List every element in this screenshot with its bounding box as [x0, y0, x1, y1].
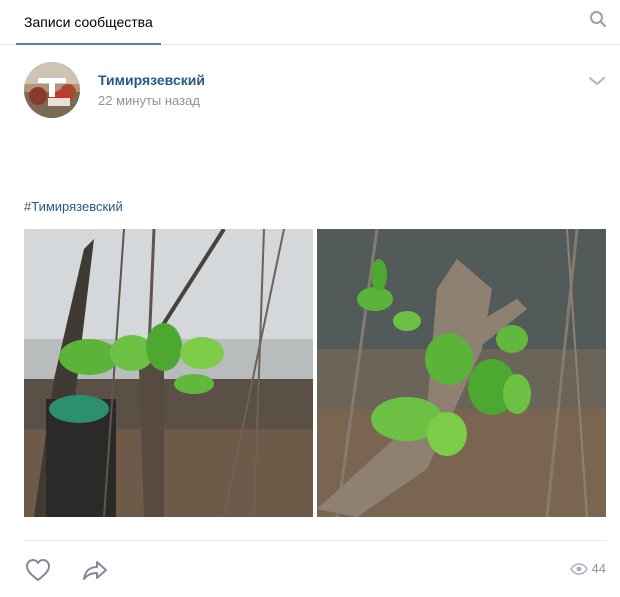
search-button[interactable]	[588, 9, 608, 29]
chevron-down-icon	[589, 77, 605, 85]
post-hashtag-link[interactable]: #Тимирязевский	[24, 199, 123, 214]
post-time[interactable]: 22 минуты назад	[98, 93, 200, 108]
eye-icon	[569, 562, 588, 575]
views-count: 44	[591, 561, 606, 576]
post-photo-2[interactable]	[317, 229, 606, 517]
tab-community-posts[interactable]: Записи сообщества	[16, 0, 161, 45]
post-header: Тимирязевский 22 минуты назад	[24, 60, 614, 120]
tabs-bar: Записи сообщества	[0, 0, 620, 45]
post-divider	[24, 540, 606, 541]
share-arrow-icon	[83, 561, 107, 580]
like-button[interactable]	[24, 556, 52, 584]
post-menu-button[interactable]	[588, 74, 606, 86]
views-counter: 44	[569, 561, 606, 576]
search-icon	[590, 11, 606, 27]
avatar[interactable]	[24, 62, 80, 118]
author-name[interactable]: Тимирязевский	[98, 72, 205, 88]
heart-icon	[26, 559, 50, 581]
tab-label: Записи сообщества	[24, 13, 153, 30]
share-button[interactable]	[80, 556, 110, 584]
post-photo-1[interactable]	[24, 229, 313, 517]
